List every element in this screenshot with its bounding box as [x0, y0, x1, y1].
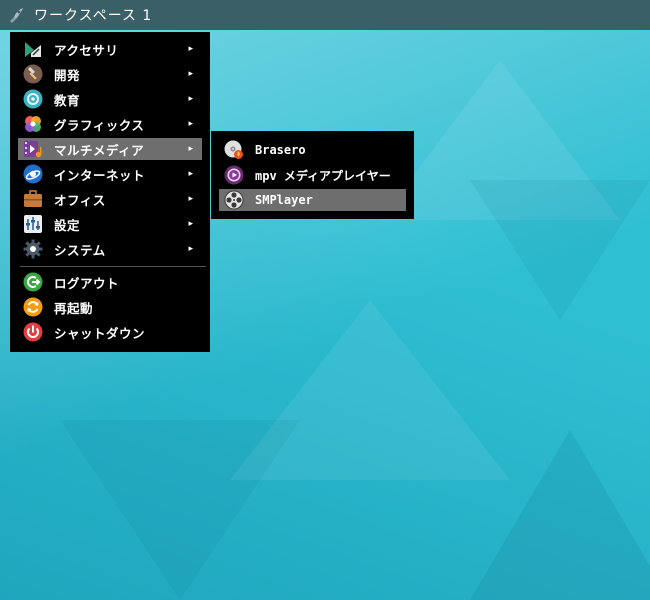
submenu-arrow-icon: ▸ — [188, 94, 193, 104]
menu-item-label: mpv メディアプレイヤー — [255, 168, 391, 183]
submenu-arrow-icon: ▸ — [188, 144, 193, 154]
submenu-arrow-icon: ▸ — [188, 194, 193, 204]
submenu-arrow-icon: ▸ — [188, 119, 193, 129]
application-menu: アクセサリ ▸ 開発 ▸ 教育 ▸ グラフィックス ▸ マルチメディア ▸ イン… — [10, 32, 210, 352]
menu-item-education[interactable]: 教育 ▸ — [18, 88, 202, 110]
brasero-icon — [224, 140, 243, 159]
menu-item-label: システム — [54, 242, 106, 258]
menu-item-label: Brasero — [255, 143, 306, 157]
smplayer-icon — [224, 190, 244, 210]
menu-item-label: シャットダウン — [54, 325, 146, 341]
menu-item-label: 教育 — [54, 92, 81, 108]
graphics-icon — [25, 116, 41, 132]
menu-item-multimedia[interactable]: マルチメディア ▸ — [18, 138, 202, 160]
submenu-item-brasero[interactable]: Brasero — [219, 139, 406, 161]
menu-item-logout[interactable]: ログアウト — [18, 271, 202, 293]
logout-icon — [23, 272, 43, 292]
mpv-icon — [224, 165, 244, 185]
menu-item-label: 再起動 — [54, 300, 94, 316]
reboot-icon — [23, 297, 43, 317]
submenu-arrow-icon: ▸ — [188, 69, 193, 79]
menu-item-development[interactable]: 開発 ▸ — [18, 63, 202, 85]
internet-icon — [23, 164, 43, 184]
submenu-arrow-icon: ▸ — [188, 219, 193, 229]
top-panel: ワークスペース 1 — [0, 0, 650, 30]
menu-item-label: マルチメディア — [54, 142, 145, 158]
rocket-icon[interactable] — [7, 6, 25, 24]
hammer-icon — [23, 64, 43, 84]
menu-item-shutdown[interactable]: シャットダウン — [18, 321, 202, 343]
menu-item-label: 設定 — [54, 217, 81, 233]
submenu-arrow-icon: ▸ — [188, 169, 193, 179]
submenu-item-mpv[interactable]: mpv メディアプレイヤー — [219, 164, 406, 186]
menu-item-settings[interactable]: 設定 ▸ — [18, 213, 202, 235]
menu-item-accessories[interactable]: アクセサリ ▸ — [18, 38, 202, 60]
menu-item-label: グラフィックス — [54, 117, 145, 133]
education-icon — [23, 89, 43, 109]
menu-item-label: 開発 — [54, 67, 81, 83]
power-icon — [23, 322, 43, 342]
menu-item-label: オフィス — [54, 192, 106, 208]
workspace-label[interactable]: ワークスペース 1 — [34, 5, 152, 25]
submenu-item-smplayer[interactable]: SMPlayer — [219, 189, 406, 211]
menu-item-reboot[interactable]: 再起動 — [18, 296, 202, 318]
multimedia-icon — [24, 141, 42, 158]
menu-item-label: アクセサリ — [54, 42, 119, 58]
submenu-arrow-icon: ▸ — [188, 44, 193, 54]
submenu-arrow-icon: ▸ — [188, 244, 193, 254]
menu-item-system[interactable]: システム ▸ — [18, 238, 202, 260]
menu-separator — [20, 266, 206, 267]
gear-icon — [23, 239, 43, 259]
accessories-icon — [25, 42, 41, 57]
menu-item-graphics[interactable]: グラフィックス ▸ — [18, 113, 202, 135]
briefcase-icon — [24, 190, 42, 207]
menu-item-label: SMPlayer — [255, 193, 313, 207]
menu-item-label: ログアウト — [54, 275, 120, 291]
menu-item-internet[interactable]: インターネット ▸ — [18, 163, 202, 185]
multimedia-submenu: Brasero mpv メディアプレイヤー SMPlayer — [211, 131, 414, 219]
settings-icon — [24, 215, 42, 233]
menu-item-office[interactable]: オフィス ▸ — [18, 188, 202, 210]
menu-item-label: インターネット — [54, 167, 146, 183]
